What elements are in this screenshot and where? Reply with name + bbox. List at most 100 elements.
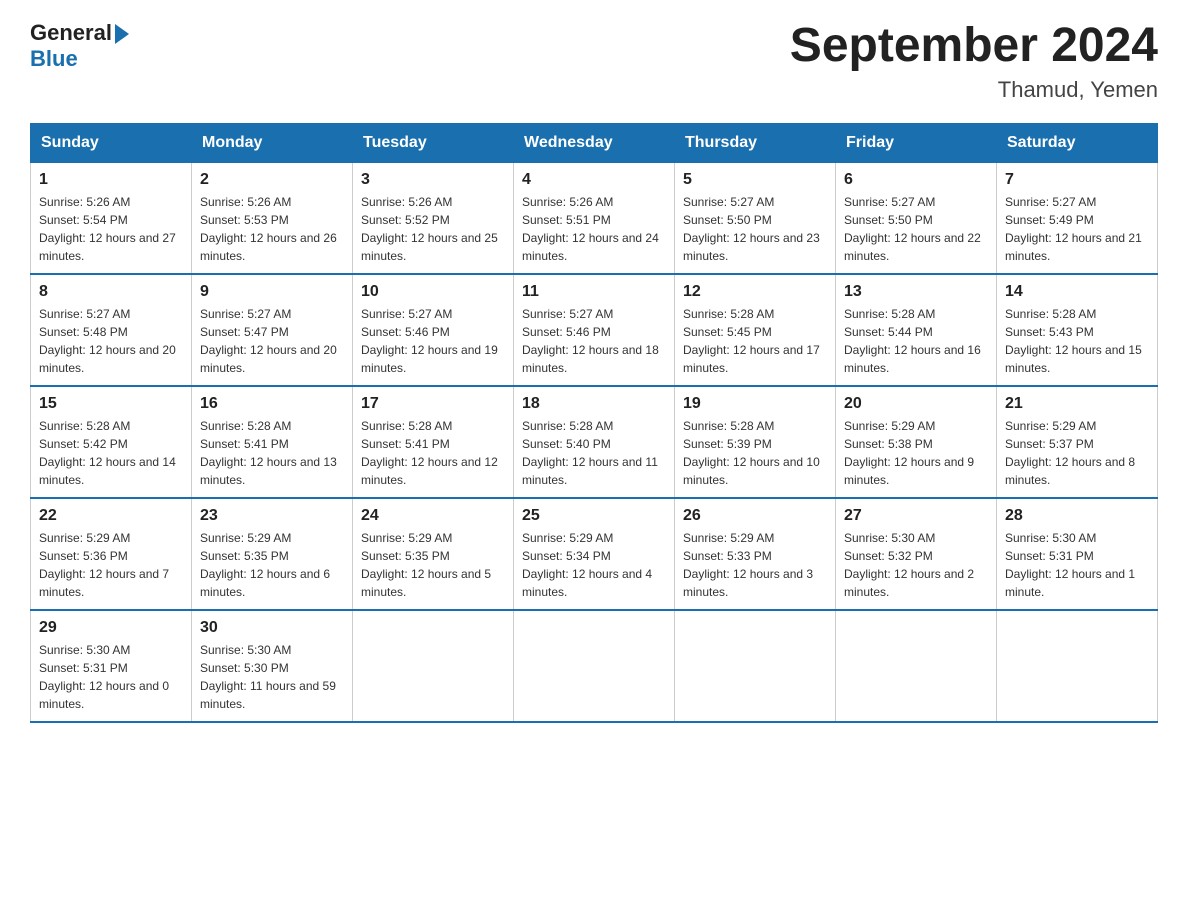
- day-number: 7: [1005, 171, 1149, 189]
- week-row-1: 1 Sunrise: 5:26 AMSunset: 5:54 PMDaylight…: [31, 162, 1158, 274]
- header-tuesday: Tuesday: [353, 123, 514, 162]
- day-info: Sunrise: 5:28 AMSunset: 5:42 PMDaylight:…: [39, 417, 183, 489]
- header-friday: Friday: [836, 123, 997, 162]
- day-number: 18: [522, 395, 666, 413]
- day-cell: 9Sunrise: 5:27 AMSunset: 5:47 PMDaylight…: [192, 274, 353, 386]
- day-info: Sunrise: 5:28 AMSunset: 5:41 PMDaylight:…: [200, 417, 344, 489]
- day-number: 12: [683, 283, 827, 301]
- day-cell: 11Sunrise: 5:27 AMSunset: 5:46 PMDayligh…: [514, 274, 675, 386]
- title-block: September 2024 Thamud, Yemen: [790, 20, 1158, 103]
- day-cell: 6 Sunrise: 5:27 AMSunset: 5:50 PMDaylight…: [836, 162, 997, 274]
- day-info: Sunrise: 5:28 AMSunset: 5:45 PMDaylight:…: [683, 305, 827, 377]
- week-row-3: 15Sunrise: 5:28 AMSunset: 5:42 PMDayligh…: [31, 386, 1158, 498]
- logo-triangle-icon: [115, 24, 129, 44]
- day-info: Sunrise: 5:29 AMSunset: 5:37 PMDaylight:…: [1005, 417, 1149, 489]
- day-cell: 29 Sunrise: 5:30 AMSunset: 5:31 PMDayligh…: [31, 610, 192, 722]
- day-info: Sunrise: 5:27 AMSunset: 5:49 PMDaylight:…: [1005, 193, 1149, 265]
- header-saturday: Saturday: [997, 123, 1158, 162]
- day-number: 1: [39, 171, 183, 189]
- day-number: 2: [200, 171, 344, 189]
- day-info: Sunrise: 5:29 AMSunset: 5:38 PMDaylight:…: [844, 417, 988, 489]
- day-info: Sunrise: 5:27 AMSunset: 5:50 PMDaylight:…: [844, 193, 988, 265]
- day-info: Sunrise: 5:27 AMSunset: 5:50 PMDaylight:…: [683, 193, 827, 265]
- day-number: 8: [39, 283, 183, 301]
- day-cell: 13 Sunrise: 5:28 AMSunset: 5:44 PMDayligh…: [836, 274, 997, 386]
- day-cell: 4Sunrise: 5:26 AMSunset: 5:51 PMDaylight…: [514, 162, 675, 274]
- day-number: 19: [683, 395, 827, 413]
- day-number: 24: [361, 507, 505, 525]
- header-monday: Monday: [192, 123, 353, 162]
- logo-general-text: General: [30, 20, 112, 46]
- day-cell: [353, 610, 514, 722]
- day-info: Sunrise: 5:30 AMSunset: 5:30 PMDaylight:…: [200, 641, 344, 713]
- month-title: September 2024: [790, 20, 1158, 73]
- day-cell: 26 Sunrise: 5:29 AMSunset: 5:33 PMDayligh…: [675, 498, 836, 610]
- day-cell: [514, 610, 675, 722]
- day-info: Sunrise: 5:29 AMSunset: 5:34 PMDaylight:…: [522, 529, 666, 601]
- day-cell: 1 Sunrise: 5:26 AMSunset: 5:54 PMDaylight…: [31, 162, 192, 274]
- day-number: 17: [361, 395, 505, 413]
- day-cell: 8 Sunrise: 5:27 AMSunset: 5:48 PMDaylight…: [31, 274, 192, 386]
- day-number: 23: [200, 507, 344, 525]
- day-cell: 25 Sunrise: 5:29 AMSunset: 5:34 PMDayligh…: [514, 498, 675, 610]
- day-info: Sunrise: 5:29 AMSunset: 5:33 PMDaylight:…: [683, 529, 827, 601]
- day-number: 22: [39, 507, 183, 525]
- week-row-5: 29 Sunrise: 5:30 AMSunset: 5:31 PMDayligh…: [31, 610, 1158, 722]
- calendar-table: SundayMondayTuesdayWednesdayThursdayFrid…: [30, 123, 1158, 723]
- day-number: 25: [522, 507, 666, 525]
- days-of-week-row: SundayMondayTuesdayWednesdayThursdayFrid…: [31, 123, 1158, 162]
- week-row-2: 8 Sunrise: 5:27 AMSunset: 5:48 PMDaylight…: [31, 274, 1158, 386]
- header-sunday: Sunday: [31, 123, 192, 162]
- day-info: Sunrise: 5:27 AMSunset: 5:48 PMDaylight:…: [39, 305, 183, 377]
- day-cell: 3Sunrise: 5:26 AMSunset: 5:52 PMDaylight…: [353, 162, 514, 274]
- day-info: Sunrise: 5:28 AMSunset: 5:43 PMDaylight:…: [1005, 305, 1149, 377]
- day-cell: 5Sunrise: 5:27 AMSunset: 5:50 PMDaylight…: [675, 162, 836, 274]
- day-info: Sunrise: 5:30 AMSunset: 5:31 PMDaylight:…: [39, 641, 183, 713]
- day-info: Sunrise: 5:28 AMSunset: 5:39 PMDaylight:…: [683, 417, 827, 489]
- day-cell: [836, 610, 997, 722]
- day-info: Sunrise: 5:29 AMSunset: 5:36 PMDaylight:…: [39, 529, 183, 601]
- day-info: Sunrise: 5:30 AMSunset: 5:32 PMDaylight:…: [844, 529, 988, 601]
- day-cell: [675, 610, 836, 722]
- day-cell: 23 Sunrise: 5:29 AMSunset: 5:35 PMDayligh…: [192, 498, 353, 610]
- day-cell: 12 Sunrise: 5:28 AMSunset: 5:45 PMDayligh…: [675, 274, 836, 386]
- day-number: 21: [1005, 395, 1149, 413]
- day-number: 28: [1005, 507, 1149, 525]
- day-number: 10: [361, 283, 505, 301]
- day-info: Sunrise: 5:26 AMSunset: 5:53 PMDaylight:…: [200, 193, 344, 265]
- day-cell: 15Sunrise: 5:28 AMSunset: 5:42 PMDayligh…: [31, 386, 192, 498]
- location-label: Thamud, Yemen: [790, 77, 1158, 103]
- day-number: 6: [844, 171, 988, 189]
- day-info: Sunrise: 5:28 AMSunset: 5:44 PMDaylight:…: [844, 305, 988, 377]
- header-thursday: Thursday: [675, 123, 836, 162]
- day-cell: 19 Sunrise: 5:28 AMSunset: 5:39 PMDayligh…: [675, 386, 836, 498]
- day-cell: 2 Sunrise: 5:26 AMSunset: 5:53 PMDaylight…: [192, 162, 353, 274]
- logo-blue-text: Blue: [30, 46, 78, 72]
- day-number: 14: [1005, 283, 1149, 301]
- day-number: 9: [200, 283, 344, 301]
- day-number: 11: [522, 283, 666, 301]
- day-info: Sunrise: 5:28 AMSunset: 5:41 PMDaylight:…: [361, 417, 505, 489]
- day-cell: 14 Sunrise: 5:28 AMSunset: 5:43 PMDayligh…: [997, 274, 1158, 386]
- day-number: 3: [361, 171, 505, 189]
- logo: General Blue: [30, 20, 129, 72]
- day-info: Sunrise: 5:29 AMSunset: 5:35 PMDaylight:…: [200, 529, 344, 601]
- day-cell: 21 Sunrise: 5:29 AMSunset: 5:37 PMDayligh…: [997, 386, 1158, 498]
- day-cell: 30Sunrise: 5:30 AMSunset: 5:30 PMDayligh…: [192, 610, 353, 722]
- day-info: Sunrise: 5:26 AMSunset: 5:51 PMDaylight:…: [522, 193, 666, 265]
- day-info: Sunrise: 5:27 AMSunset: 5:46 PMDaylight:…: [361, 305, 505, 377]
- day-cell: 16 Sunrise: 5:28 AMSunset: 5:41 PMDayligh…: [192, 386, 353, 498]
- day-cell: 28 Sunrise: 5:30 AMSunset: 5:31 PMDayligh…: [997, 498, 1158, 610]
- day-number: 20: [844, 395, 988, 413]
- day-number: 16: [200, 395, 344, 413]
- day-cell: 24Sunrise: 5:29 AMSunset: 5:35 PMDayligh…: [353, 498, 514, 610]
- day-info: Sunrise: 5:30 AMSunset: 5:31 PMDaylight:…: [1005, 529, 1149, 601]
- day-cell: 22 Sunrise: 5:29 AMSunset: 5:36 PMDayligh…: [31, 498, 192, 610]
- day-number: 29: [39, 619, 183, 637]
- day-cell: [997, 610, 1158, 722]
- day-number: 13: [844, 283, 988, 301]
- day-cell: 20 Sunrise: 5:29 AMSunset: 5:38 PMDayligh…: [836, 386, 997, 498]
- day-cell: 18Sunrise: 5:28 AMSunset: 5:40 PMDayligh…: [514, 386, 675, 498]
- day-number: 26: [683, 507, 827, 525]
- day-info: Sunrise: 5:26 AMSunset: 5:54 PMDaylight:…: [39, 193, 183, 265]
